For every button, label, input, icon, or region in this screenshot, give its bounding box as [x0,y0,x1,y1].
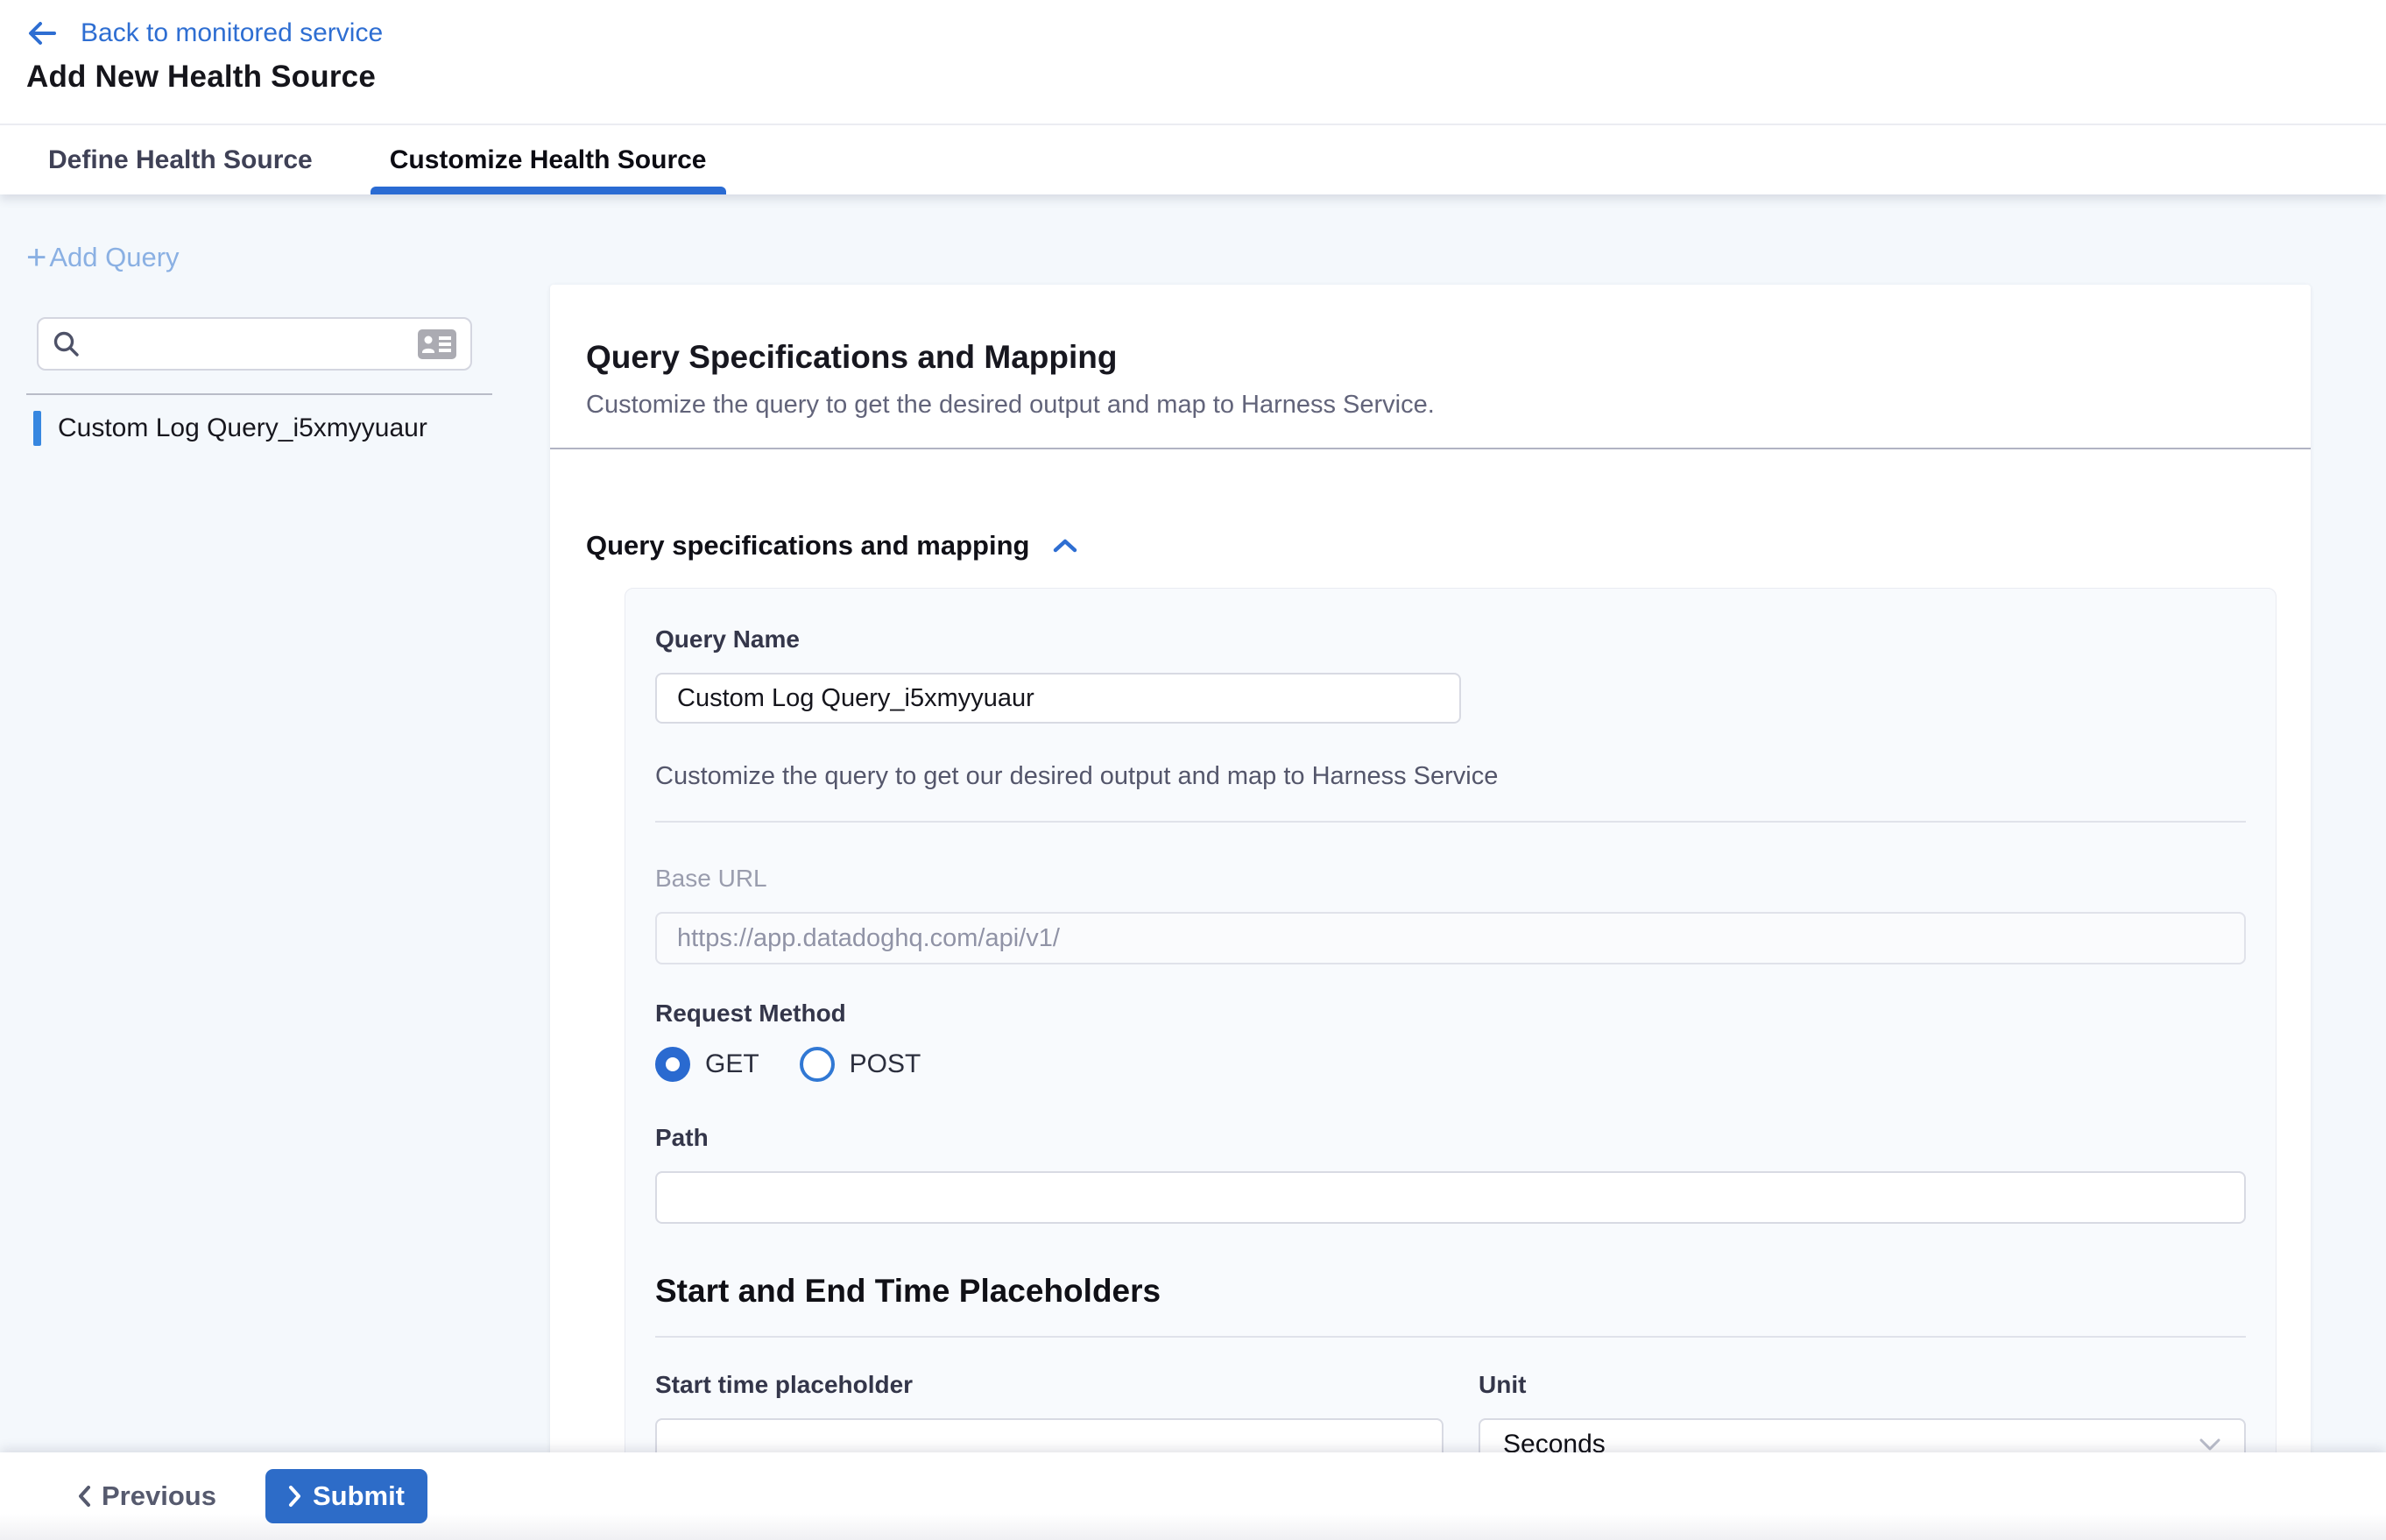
card-title: Query Specifications and Mapping [586,339,2275,376]
sidebar-divider [26,393,492,395]
plus-icon: + [26,244,46,271]
back-link[interactable]: Back to monitored service [81,18,383,48]
unit-label: Unit [1479,1371,2246,1399]
card-subtitle: Customize the query to get the desired o… [586,391,2275,420]
chevron-left-icon [77,1485,91,1508]
query-list-item[interactable]: Custom Log Query_i5xmyyuaur [33,406,550,450]
base-url-label: Base URL [655,865,2246,893]
query-name-helper-text: Customize the query to get our desired o… [655,762,2246,791]
query-name-label: Query Name [655,625,2246,653]
radio-option-get[interactable]: GET [655,1047,759,1082]
query-search-box [37,317,472,371]
chevron-down-icon [2199,1438,2221,1452]
submit-button-label: Submit [313,1480,405,1512]
add-query-label: Add Query [49,242,179,273]
footer-action-bar: Previous Submit [0,1452,2386,1540]
collapse-section-button[interactable] [1052,538,1078,554]
query-specifications-card: Query Specifications and Mapping Customi… [550,285,2311,1540]
card-view-icon[interactable] [417,328,457,360]
card-header-divider [550,448,2311,449]
query-name-input[interactable] [655,673,1461,724]
back-to-monitored-service[interactable]: Back to monitored service [26,14,2386,53]
previous-button-label: Previous [102,1480,216,1512]
tab-customize-health-source[interactable]: Customize Health Source [390,125,707,194]
radio-post-label: POST [850,1049,921,1079]
query-sidebar: + Add Query [0,194,550,450]
tab-define-health-source[interactable]: Define Health Source [48,125,313,194]
chevron-up-icon [1052,538,1078,554]
query-form-panel: Query Name Customize the query to get ou… [625,588,2277,1507]
selected-indicator-bar [33,411,41,446]
back-arrow-icon [26,19,58,47]
request-method-radio-group: GET POST [655,1047,2246,1082]
base-url-input [655,912,2246,964]
form-divider-1 [655,821,2246,823]
chevron-right-icon [288,1485,302,1508]
path-label: Path [655,1124,2246,1152]
search-input[interactable] [81,321,417,367]
section-header: Query specifications and mapping [586,530,2275,562]
page: Back to monitored service Add New Health… [0,0,2386,1540]
path-input[interactable] [655,1171,2246,1224]
card-body: Query specifications and mapping Query N… [550,530,2311,1507]
request-method-label: Request Method [655,1000,2246,1028]
page-title: Add New Health Source [26,60,2386,95]
form-divider-2 [655,1336,2246,1338]
radio-selected-icon[interactable] [655,1047,690,1082]
radio-get-label: GET [705,1049,759,1079]
section-title: Query specifications and mapping [586,530,1029,562]
card-header: Query Specifications and Mapping Customi… [550,285,2311,420]
add-query-button[interactable]: + Add Query [26,242,180,273]
radio-unselected-icon[interactable] [800,1047,835,1082]
tab-bar: Define Health Source Customize Health So… [0,124,2386,194]
radio-option-post[interactable]: POST [800,1047,921,1082]
search-icon [52,329,81,359]
time-placeholders-heading: Start and End Time Placeholders [655,1273,2246,1310]
previous-button[interactable]: Previous [77,1480,216,1512]
content-area: + Add Query [0,194,2386,1540]
query-item-label: Custom Log Query_i5xmyyuaur [58,413,427,443]
top-header: Back to monitored service Add New Health… [0,0,2386,124]
submit-button[interactable]: Submit [265,1469,427,1523]
start-time-label: Start time placeholder [655,1371,1444,1399]
